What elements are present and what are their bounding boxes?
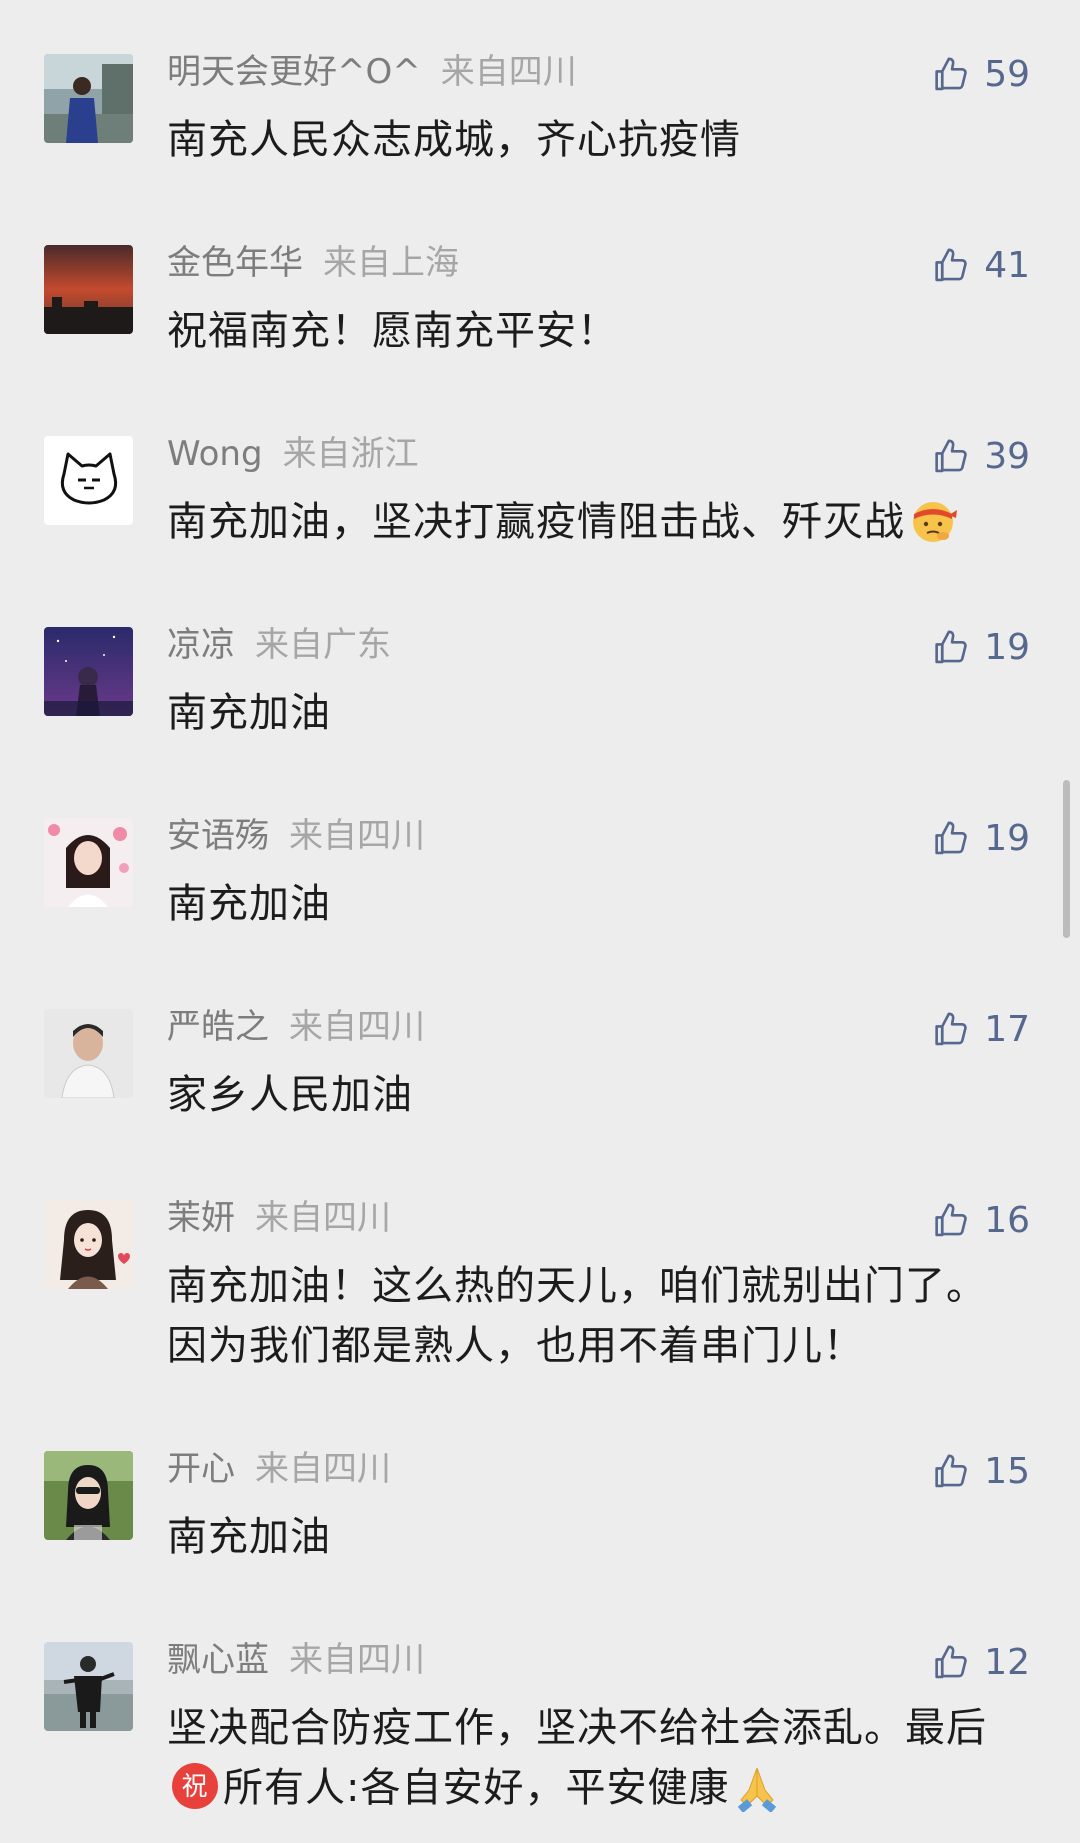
like-count: 12 [984,1641,1030,1683]
comment-header: 金色年华 来自上海 [167,241,459,285]
comment-header: 严皓之 来自四川 [167,1005,425,1049]
comment-header: 飘心蓝 来自四川 [167,1638,425,1682]
comment-header: 开心 来自四川 [167,1447,391,1491]
comment-text: 南充加油 [167,690,331,736]
like-button[interactable]: 19 [930,814,1030,862]
thumbs-up-icon [935,1454,967,1488]
like-button[interactable]: 16 [930,1196,1030,1244]
comment-text: 南充加油，坚决打赢疫情阻击战、歼灭战 [167,492,1027,552]
scrollbar[interactable] [1063,780,1070,938]
emoji-char: 祝 [181,1772,208,1802]
location-label: 来自四川 [255,1449,391,1489]
like-count: 19 [984,626,1030,668]
comment-text: 南充加油！这么热的天儿，咱们就别出门了。因为我们都是熟人，也用不着串门儿！ [167,1263,987,1369]
like-count: 41 [984,244,1030,286]
location-label: 来自上海 [323,243,459,283]
like-button[interactable]: 59 [930,50,1030,98]
avatar[interactable] [44,54,133,143]
like-count: 16 [984,1199,1030,1241]
username[interactable]: 安语殇 [167,816,269,856]
like-count: 19 [984,817,1030,859]
thumbs-up-icon [935,439,967,473]
thumbs-up-icon [935,630,967,664]
like-button[interactable]: 19 [930,623,1030,671]
username[interactable]: 金色年华 [167,243,303,283]
comment-text: 坚决配合防疫工作，坚决不给社会添乱。最后 祝 所有人:各自安好，平安健康 [167,1705,987,1812]
avatar[interactable] [44,818,133,907]
avatar[interactable] [44,1642,133,1731]
username[interactable]: 凉凉 [167,625,235,665]
avatar[interactable] [44,1009,133,1098]
username[interactable]: 严皓之 [167,1007,269,1047]
like-count: 59 [984,53,1030,95]
like-count: 39 [984,435,1030,477]
like-button[interactable]: 15 [930,1447,1030,1495]
location-label: 来自四川 [289,1007,425,1047]
thumbs-up-icon [935,248,967,282]
comment-header: 茉妍 来自四川 [167,1196,391,1240]
comment-text: 家乡人民加油 [167,1072,413,1118]
avatar[interactable] [44,245,133,334]
location-label: 来自浙江 [282,434,419,474]
avatar[interactable] [44,627,133,716]
comment-text: 南充加油 [167,1514,331,1560]
location-label: 来自四川 [289,1640,425,1680]
username[interactable]: Wong [167,434,263,474]
like-button[interactable]: 41 [930,241,1030,289]
username[interactable]: 飘心蓝 [167,1640,269,1680]
folded-hands-emoji-icon [731,1760,783,1812]
like-button[interactable]: 17 [930,1005,1030,1053]
comment-header: 明天会更好^O^ 来自四川 [167,50,577,94]
thumbs-up-icon [935,821,967,855]
location-label: 来自四川 [440,52,577,92]
comment-text: 祝福南充！愿南充平安！ [167,308,618,354]
location-label: 来自广东 [255,625,391,665]
comment-header: 凉凉 来自广东 [167,623,391,667]
comment-text: 南充人民众志成城，齐心抗疫情 [167,117,741,163]
like-count: 17 [984,1008,1030,1050]
username[interactable]: 茉妍 [167,1198,235,1238]
username[interactable]: 明天会更好^O^ [167,52,421,92]
face-with-headband-emoji-icon [907,494,959,546]
location-label: 来自四川 [255,1198,391,1238]
thumbs-up-icon [935,1645,967,1679]
comment-text: 南充加油 [167,881,331,927]
thumbs-up-icon [935,1012,967,1046]
red-circle-zhu-emoji-icon: 祝 [169,1760,221,1812]
comment-header: 安语殇 来自四川 [167,814,425,858]
thumbs-up-icon [935,1203,967,1237]
like-button[interactable]: 12 [930,1638,1030,1686]
avatar[interactable] [44,436,133,525]
avatar[interactable] [44,1451,133,1540]
thumbs-up-icon [935,57,967,91]
like-count: 15 [984,1450,1030,1492]
location-label: 来自四川 [289,816,425,856]
avatar[interactable] [44,1200,133,1289]
like-button[interactable]: 39 [930,432,1030,480]
comment-header: Wong 来自浙江 [167,432,419,476]
username[interactable]: 开心 [167,1449,235,1489]
